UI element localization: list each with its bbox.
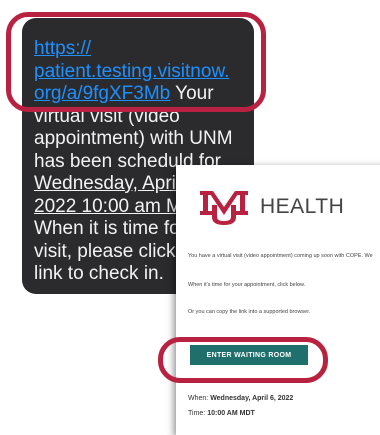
logo-text: HEALTH (260, 195, 345, 218)
unm-logo-icon (200, 191, 248, 225)
appointment-date: When: Wednesday, April 6, 2022 (188, 395, 294, 402)
unm-health-logo: HEALTH (198, 187, 344, 227)
sms-text: appointment) with UNM (34, 128, 233, 149)
email-instruction-text: When it's time for your appointment, cli… (188, 282, 306, 288)
appointment-time: Time: 10:00 AM MDT (188, 410, 255, 417)
email-card: HEALTH You have a virtual visit (video a… (176, 165, 380, 435)
button-highlight-outline (158, 337, 328, 383)
email-intro-text: You have a virtual visit (video appointm… (188, 253, 373, 259)
link-highlight-outline (6, 12, 266, 112)
email-copy-link-text: Or you can copy the link into a supporte… (188, 309, 311, 315)
